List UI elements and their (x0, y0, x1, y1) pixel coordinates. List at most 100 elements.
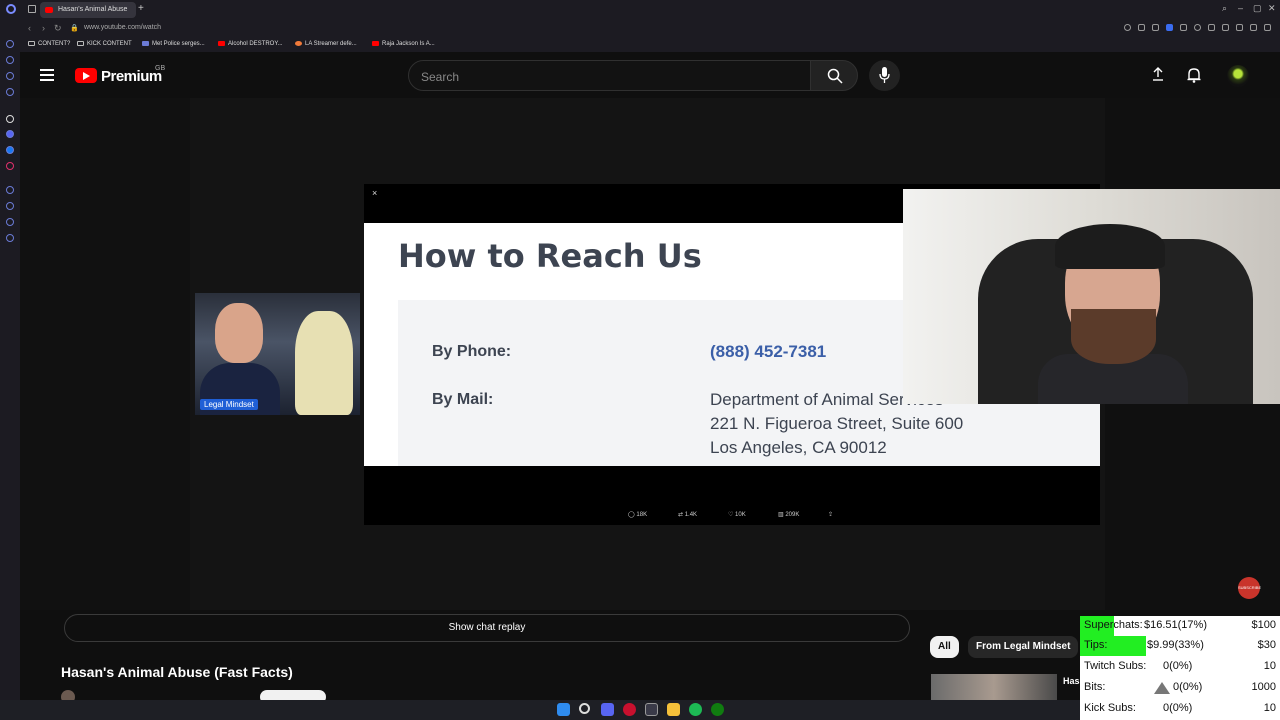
folder-icon (77, 41, 84, 46)
play-icon[interactable] (1180, 24, 1187, 31)
browser-icon[interactable] (645, 703, 658, 716)
goal-target: 10 (1263, 702, 1276, 714)
goal-value: $9.99(33%) (1147, 639, 1204, 651)
phone-value: (888) 452-7381 (710, 342, 827, 361)
goal-row-tips: Tips: $9.99(33%) $30 (1080, 636, 1280, 656)
minimize-button[interactable]: – (1238, 3, 1243, 13)
view-count[interactable]: ▥ 209K (778, 511, 799, 518)
download-icon[interactable] (1236, 24, 1243, 31)
heart-icon: ♡ (728, 512, 736, 518)
sidebar-app-icon[interactable] (6, 218, 14, 226)
youtube-favicon-icon (372, 41, 379, 46)
voice-search-button[interactable] (869, 60, 900, 91)
bell-icon[interactable] (1187, 67, 1201, 83)
person-cap (1055, 224, 1165, 269)
windows-start-icon[interactable] (557, 703, 570, 716)
maximize-button[interactable]: ▢ (1253, 3, 1262, 14)
menu-icon[interactable] (1264, 24, 1271, 31)
sidebar-app-icon[interactable] (6, 88, 14, 96)
sidebar-app-icon[interactable] (6, 40, 14, 48)
youtube-header: Premium GB Search (20, 52, 1280, 98)
search-icon (827, 68, 843, 84)
youtube-premium-brand[interactable]: Premium (101, 68, 162, 85)
show-chat-replay-button[interactable]: Show chat replay (64, 614, 910, 642)
like-count[interactable]: ♡ 10K (728, 511, 746, 518)
bookmark-link[interactable]: Alcohol DESTROY... (218, 41, 283, 47)
goal-label: Kick Subs: (1084, 702, 1136, 714)
site-favicon-icon (295, 41, 302, 46)
plush-toy (295, 311, 353, 415)
bookmark-icon[interactable] (1152, 24, 1159, 31)
messenger-icon[interactable] (6, 146, 14, 154)
goal-row-bits: Bits: 0(0%) 1000 (1080, 678, 1280, 698)
heart-icon[interactable] (1194, 24, 1201, 31)
folder-icon (28, 41, 35, 46)
url-field[interactable]: www.youtube.com/watch (84, 24, 161, 31)
recommended-title[interactable]: Has (1063, 676, 1080, 686)
upload-icon[interactable] (1152, 67, 1164, 81)
browser-tab-title: Hasan's Animal Abuse (58, 6, 128, 13)
instagram-icon[interactable] (6, 162, 14, 170)
goal-target: 10 (1263, 660, 1276, 672)
tab-overview-icon[interactable] (28, 5, 36, 13)
bookmark-link[interactable]: LA Streamer defe... (295, 41, 357, 47)
goal-row-twitch-subs: Twitch Subs: 0(0%) 10 (1080, 657, 1280, 677)
new-tab-button[interactable]: + (138, 3, 144, 14)
forward-button[interactable]: › (42, 23, 45, 33)
search-button[interactable] (810, 60, 858, 91)
browser-logo-icon[interactable] (6, 4, 16, 14)
spotify-icon[interactable] (689, 703, 702, 716)
windows-taskbar (0, 700, 1080, 720)
search-icon[interactable] (579, 703, 590, 714)
bookmark-link[interactable]: Raja Jackson Is A... (372, 41, 435, 47)
avatar[interactable] (1227, 65, 1249, 87)
history-icon[interactable] (6, 202, 14, 210)
search-tabs-icon[interactable]: ⌕ (1222, 3, 1227, 14)
sidebar-app-icon[interactable] (6, 115, 14, 123)
bookmark-folder[interactable]: CONTENT? (28, 41, 70, 47)
video-title: Hasan's Animal Abuse (Fast Facts) (61, 664, 293, 680)
person-face (215, 303, 263, 363)
settings-icon[interactable] (6, 234, 14, 242)
sidebar-app-icon[interactable] (6, 72, 14, 80)
subscribe-bubble[interactable]: SUBSCRIBE (1238, 577, 1261, 599)
search-input[interactable]: Search (408, 60, 811, 91)
hamburger-menu-icon[interactable] (40, 69, 54, 81)
bookmark-link[interactable]: Met Police serges... (142, 41, 205, 47)
slide-heading: How to Reach Us (398, 237, 702, 275)
bookmark-folder[interactable]: KICK CONTENT (77, 41, 132, 47)
browser-sidebar (0, 20, 20, 700)
zoom-icon[interactable] (1124, 24, 1131, 31)
file-explorer-icon[interactable] (667, 703, 680, 716)
chip-from-channel[interactable]: From Legal Mindset (968, 636, 1079, 658)
share-icon[interactable]: ⇪ (828, 511, 833, 518)
site-favicon-icon (142, 41, 149, 46)
browser-tab-active[interactable]: Hasan's Animal Abuse (40, 2, 136, 18)
extensions-icon[interactable] (1208, 24, 1215, 31)
easy-files-icon[interactable] (1222, 24, 1229, 31)
sidebar-app-icon[interactable] (6, 56, 14, 64)
discord-icon[interactable] (6, 130, 14, 138)
phone-label: By Phone: (432, 343, 512, 360)
vpn-icon[interactable] (1166, 24, 1173, 31)
address-bar: ‹ › ↻ 🔒 www.youtube.com/watch (20, 20, 1280, 38)
profile-icon[interactable] (1250, 24, 1257, 31)
webcam-overlay-large (903, 189, 1280, 404)
opera-icon[interactable] (623, 703, 636, 716)
discord-icon[interactable] (601, 703, 614, 716)
browser-tab-strip: Hasan's Animal Abuse + ⌕ – ▢ ✕ (0, 0, 1280, 20)
back-button[interactable]: ‹ (28, 23, 31, 33)
youtube-logo-icon[interactable] (75, 68, 97, 83)
snapshot-icon[interactable] (1138, 24, 1145, 31)
repost-count[interactable]: ⇄ 1.4K (678, 511, 697, 518)
close-window-button[interactable]: ✕ (1268, 3, 1276, 14)
close-icon[interactable]: × (372, 188, 377, 198)
sidebar-app-icon[interactable] (6, 186, 14, 194)
chip-all[interactable]: All (930, 636, 959, 658)
xbox-icon[interactable] (711, 703, 724, 716)
bits-gem-icon (1154, 682, 1170, 694)
reply-count[interactable]: ◯ 18K (628, 511, 647, 518)
reload-icon[interactable]: ↻ (54, 23, 62, 34)
goal-label: Bits: (1084, 681, 1106, 693)
mail-line-2: 221 N. Figueroa Street, Suite 600 (710, 414, 964, 433)
